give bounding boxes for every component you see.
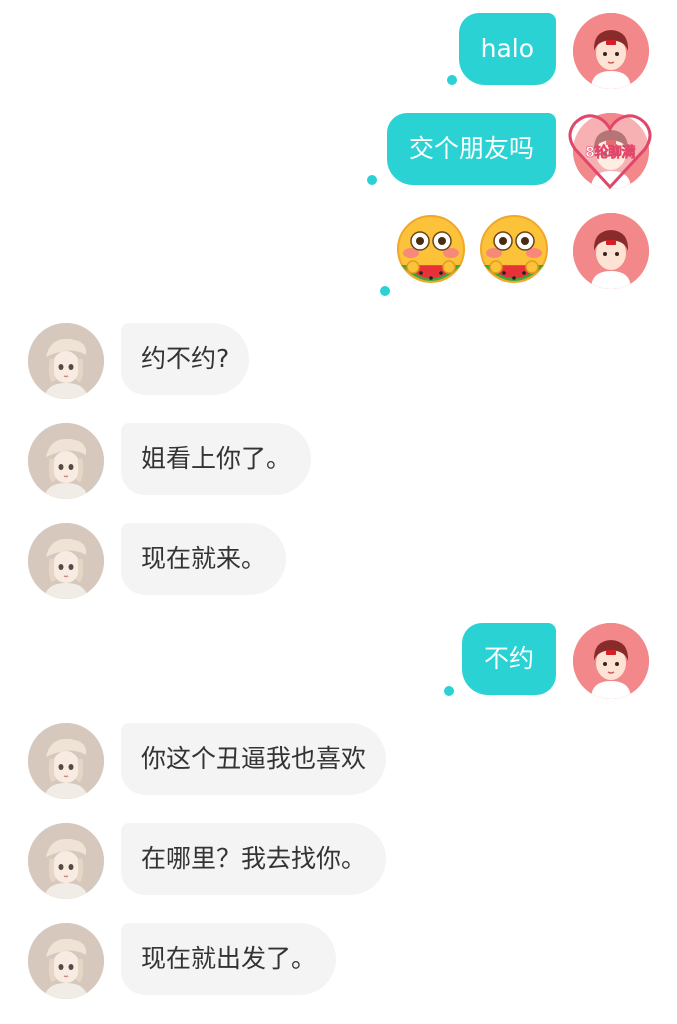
contact-avatar[interactable] [28,923,104,999]
outgoing-message-bubble[interactable]: 不约 [461,623,556,695]
flushed-watermelon-emoji[interactable] [474,211,552,289]
contact-avatar[interactable] [28,423,104,499]
my-avatar[interactable] [573,623,649,699]
chat-rounds-heart-badge: 8轮聊满 [565,105,655,195]
incoming-message-bubble[interactable]: 姐看上你了。 [121,423,312,495]
incoming-message-bubble[interactable]: 现在就出发了。 [121,923,337,995]
bubble-tail-dot [444,686,454,696]
bubble-tail-dot [367,175,377,185]
incoming-message-bubble[interactable]: 约不约? [121,323,250,395]
flushed-watermelon-emoji[interactable] [391,211,469,289]
my-avatar[interactable] [573,13,649,89]
my-avatar[interactable] [573,213,649,289]
contact-avatar[interactable] [28,823,104,899]
contact-avatar[interactable] [28,323,104,399]
chat-thread: halo 交个朋友吗 8轮聊满 约不约? 姐看上你了。 现在就来。 不约 你这个… [0,0,677,1024]
bubble-tail-dot [447,75,457,85]
contact-avatar[interactable] [28,523,104,599]
outgoing-message-bubble[interactable]: 交个朋友吗 [386,113,556,185]
contact-avatar[interactable] [28,723,104,799]
incoming-message-bubble[interactable]: 在哪里？我去找你。 [121,823,387,895]
incoming-message-bubble[interactable]: 你这个丑逼我也喜欢 [121,723,387,795]
incoming-message-bubble[interactable]: 现在就来。 [121,523,287,595]
outgoing-message-bubble[interactable]: halo [458,13,556,85]
bubble-tail-dot [380,286,390,296]
heart-badge-label: 8轮聊满 [585,145,636,162]
